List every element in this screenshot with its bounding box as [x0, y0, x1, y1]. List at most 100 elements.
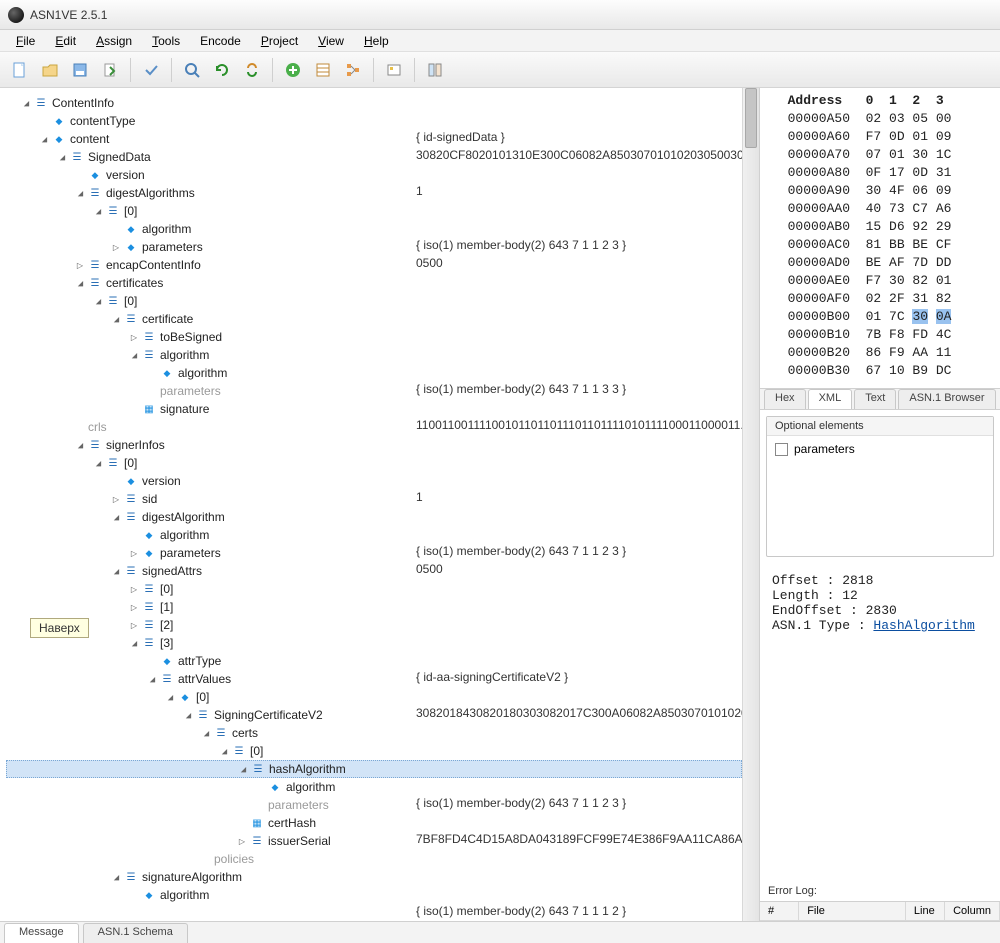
vertical-scrollbar[interactable] [742, 88, 759, 921]
tree-node[interactable]: contentType [6, 112, 742, 130]
expander-icon[interactable] [128, 637, 140, 649]
menu-tools[interactable]: Tools [144, 32, 188, 50]
tree-node[interactable]: parameters [6, 238, 742, 256]
search-icon[interactable] [178, 56, 206, 84]
tree-node[interactable]: [0] [6, 580, 742, 598]
parameters-checkbox[interactable] [775, 443, 788, 456]
tab-asn1-browser[interactable]: ASN.1 Browser [898, 389, 995, 409]
add-icon[interactable] [279, 56, 307, 84]
expander-icon[interactable] [56, 151, 68, 163]
export-icon[interactable] [96, 56, 124, 84]
tree-node[interactable]: digestAlgorithm [6, 508, 742, 526]
errlog-col-number[interactable]: # [760, 902, 799, 920]
tree-node[interactable]: [1] [6, 598, 742, 616]
tree-node[interactable]: algorithm [6, 778, 742, 796]
menu-edit[interactable]: Edit [47, 32, 84, 50]
config-icon[interactable] [380, 56, 408, 84]
tree-node[interactable]: ContentInfo [6, 94, 742, 112]
expander-icon[interactable] [237, 763, 249, 775]
tree-node[interactable]: certificate [6, 310, 742, 328]
layout-icon[interactable] [421, 56, 449, 84]
tab-hex[interactable]: Hex [764, 389, 806, 409]
hex-row[interactable]: 00000AA0 40 73 C7 A6 [772, 200, 1000, 218]
tree-node[interactable]: attrValues [6, 670, 742, 688]
expander-icon[interactable] [128, 583, 140, 595]
tree-node[interactable]: toBeSigned [6, 328, 742, 346]
hex-view[interactable]: Address 0 1 2 3 00000A50 02 03 05 00 000… [760, 88, 1000, 388]
menu-view[interactable]: View [310, 32, 352, 50]
tree-node[interactable]: hashAlgorithm [6, 760, 742, 778]
tab-message[interactable]: Message [4, 923, 79, 943]
grid-icon[interactable] [309, 56, 337, 84]
refresh-icon[interactable] [208, 56, 236, 84]
expander-icon[interactable] [74, 439, 86, 451]
menu-help[interactable]: Help [356, 32, 397, 50]
tree-node[interactable]: policies [6, 850, 742, 868]
hex-row[interactable]: 00000AD0 BE AF 7D DD [772, 254, 1000, 272]
tree-scroll[interactable]: ContentInfocontentType{ id-signedData }c… [0, 88, 742, 921]
menu-file[interactable]: File [8, 32, 43, 50]
tree-node[interactable]: [0] [6, 688, 742, 706]
expander-icon[interactable] [218, 745, 230, 757]
tree-node[interactable]: version [6, 472, 742, 490]
expander-icon[interactable] [128, 601, 140, 613]
tab-xml[interactable]: XML [808, 389, 853, 409]
expander-icon[interactable] [110, 511, 122, 523]
tree-node[interactable]: [0] [6, 454, 742, 472]
tab-asn1-schema[interactable]: ASN.1 Schema [83, 923, 188, 943]
hex-row[interactable]: 00000A60 F7 0D 01 09 [772, 128, 1000, 146]
tree-node[interactable]: algorithm [6, 346, 742, 364]
hex-row[interactable]: 00000B10 7B F8 FD 4C [772, 326, 1000, 344]
expander-icon[interactable] [74, 187, 86, 199]
expander-icon[interactable] [110, 493, 122, 505]
hex-row[interactable]: 00000AE0 F7 30 82 01 [772, 272, 1000, 290]
hex-row[interactable]: 00000B00 01 7C 30 0A [772, 308, 1000, 326]
hex-row[interactable]: 00000A90 30 4F 06 09 [772, 182, 1000, 200]
tree-node[interactable]: algorithm [6, 364, 742, 382]
expander-icon[interactable] [236, 835, 248, 847]
asn1type-link[interactable]: HashAlgorithm [873, 618, 974, 633]
expander-icon[interactable] [182, 709, 194, 721]
tree-node[interactable]: certs [6, 724, 742, 742]
expander-icon[interactable] [200, 727, 212, 739]
tree-node[interactable]: issuerSerial [6, 832, 742, 850]
tree-node[interactable]: certHash [6, 814, 742, 832]
open-file-icon[interactable] [36, 56, 64, 84]
hex-row[interactable]: 00000AB0 15 D6 92 29 [772, 218, 1000, 236]
validate-icon[interactable] [137, 56, 165, 84]
hex-row[interactable]: 00000B30 67 10 B9 DC [772, 362, 1000, 380]
expander-icon[interactable] [20, 97, 32, 109]
hex-row[interactable]: 00000A70 07 01 30 1C [772, 146, 1000, 164]
tree-node[interactable]: sid [6, 490, 742, 508]
expander-icon[interactable] [128, 547, 140, 559]
menu-assign[interactable]: Assign [88, 32, 140, 50]
tree-node[interactable]: content [6, 130, 742, 148]
tree-node[interactable]: algorithm [6, 526, 742, 544]
tree-node[interactable]: signedAttrs [6, 562, 742, 580]
new-file-icon[interactable] [6, 56, 34, 84]
expander-icon[interactable] [110, 871, 122, 883]
expander-icon[interactable] [92, 457, 104, 469]
tree-node[interactable]: [2] [6, 616, 742, 634]
save-icon[interactable] [66, 56, 94, 84]
tree-node[interactable]: digestAlgorithms [6, 184, 742, 202]
expander-icon[interactable] [92, 205, 104, 217]
tree-node[interactable]: algorithm [6, 220, 742, 238]
menu-project[interactable]: Project [253, 32, 306, 50]
expander-icon[interactable] [110, 313, 122, 325]
tree-node[interactable]: signerInfos [6, 436, 742, 454]
sync-icon[interactable] [238, 56, 266, 84]
expander-icon[interactable] [128, 619, 140, 631]
tree-node[interactable]: signature [6, 400, 742, 418]
tree-node[interactable]: crls [6, 418, 742, 436]
expander-icon[interactable] [110, 565, 122, 577]
tree-node[interactable]: [0] [6, 742, 742, 760]
tree-node[interactable]: SignedData [6, 148, 742, 166]
hex-row[interactable]: 00000B20 86 F9 AA 11 [772, 344, 1000, 362]
expander-icon[interactable] [128, 349, 140, 361]
tree-node[interactable]: parameters [6, 382, 742, 400]
hex-row[interactable]: 00000A50 02 03 05 00 [772, 110, 1000, 128]
expander-icon[interactable] [74, 259, 86, 271]
errlog-col-column[interactable]: Column [945, 902, 1000, 920]
tree-node[interactable]: signatureAlgorithm [6, 868, 742, 886]
